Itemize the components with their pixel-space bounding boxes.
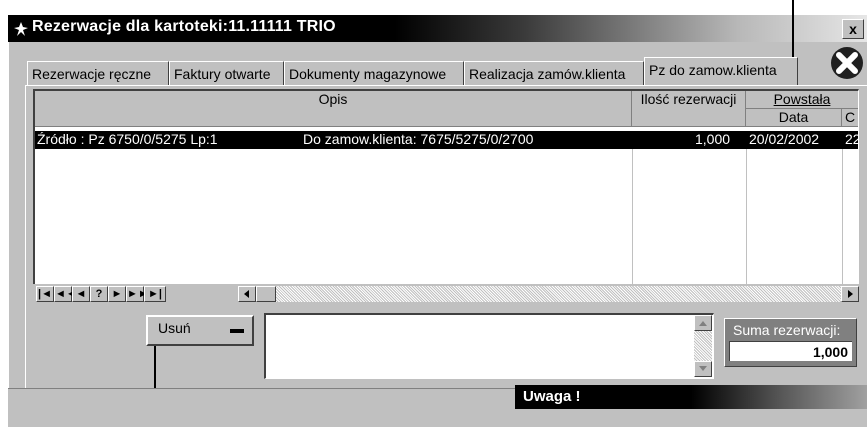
table-row[interactable]: Źródło : Pz 6750/0/5275 Lp:1 Do zamow.kl… xyxy=(35,131,858,149)
arrow-right-icon xyxy=(848,290,853,298)
column-header-opis[interactable]: Opis xyxy=(35,91,632,127)
column-divider xyxy=(746,149,747,289)
column-header-powstala[interactable]: Powstała xyxy=(746,91,858,109)
app-icon xyxy=(13,21,29,37)
arrow-down-icon xyxy=(699,366,707,371)
reservations-grid: Opis Ilość rezerwacji Powstała Data C Źr… xyxy=(33,89,859,290)
close-button[interactable]: x xyxy=(842,19,864,39)
row-cell-ilosc: 1,000 xyxy=(695,131,731,147)
nav-prior-button[interactable]: ◄ xyxy=(72,286,90,302)
memo-scroll-down-button[interactable] xyxy=(694,361,712,377)
column-header-data[interactable]: Data xyxy=(746,109,842,127)
row-cell-opis-zamow: Do zamow.klienta: 7675/5275/0/2700 xyxy=(303,131,534,147)
window-title: Rezerwacje dla kartoteki:11.11111 TRIO xyxy=(32,18,336,35)
column-header-ilosc[interactable]: Ilość rezerwacji xyxy=(632,91,746,127)
tab-rezerwacje-reczne[interactable]: Rezerwacje ręczne xyxy=(27,61,169,85)
scroll-right-button[interactable] xyxy=(841,286,859,302)
uwaga-dialog-title[interactable]: Uwaga ! xyxy=(515,385,867,409)
nav-first-button[interactable]: |◄ xyxy=(36,286,54,302)
delete-button-label: Usuń xyxy=(158,320,191,336)
tab-realizacja-zamow-klienta[interactable]: Realizacja zamów.klienta xyxy=(464,61,644,85)
column-divider xyxy=(632,149,633,289)
scroll-thumb[interactable] xyxy=(256,286,276,302)
scrollbar-track[interactable] xyxy=(276,286,841,302)
nav-next-page-button[interactable]: ►► xyxy=(126,286,149,302)
memo-scroll-up-button[interactable] xyxy=(694,315,712,331)
nav-last-button[interactable]: ►| xyxy=(144,286,166,302)
close-circle-icon[interactable] xyxy=(830,46,864,80)
scroll-left-button[interactable] xyxy=(238,286,256,302)
sum-panel: Suma rezerwacji: 1,000 xyxy=(724,318,857,367)
tab-faktury-otwarte[interactable]: Faktury otwarte xyxy=(169,61,284,85)
sum-label: Suma rezerwacji: xyxy=(733,322,841,338)
column-header-extra[interactable]: C xyxy=(842,109,858,127)
nav-help-button[interactable]: ? xyxy=(90,286,108,302)
row-cell-data: 20/02/2002 xyxy=(749,131,820,147)
arrow-left-icon xyxy=(244,290,249,298)
memo-field[interactable] xyxy=(264,313,714,379)
sum-value: 1,000 xyxy=(729,341,852,361)
row-cell-opis-zrodlo: Źródło : Pz 6750/0/5275 Lp:1 xyxy=(37,131,218,147)
tab-pz-do-zamow-klienta[interactable]: Pz do zamow.klienta xyxy=(644,57,798,86)
minus-icon xyxy=(230,329,244,333)
arrow-up-icon xyxy=(699,321,707,326)
tab-dokumenty-magazynowe[interactable]: Dokumenty magazynowe xyxy=(284,61,464,85)
column-divider xyxy=(842,149,843,289)
row-cell-extra: 22 xyxy=(845,131,858,147)
delete-button[interactable]: Usuń xyxy=(146,315,254,346)
nav-next-button[interactable]: ► xyxy=(108,286,126,302)
nav-prior-page-button[interactable]: ◄◄ xyxy=(54,286,77,302)
